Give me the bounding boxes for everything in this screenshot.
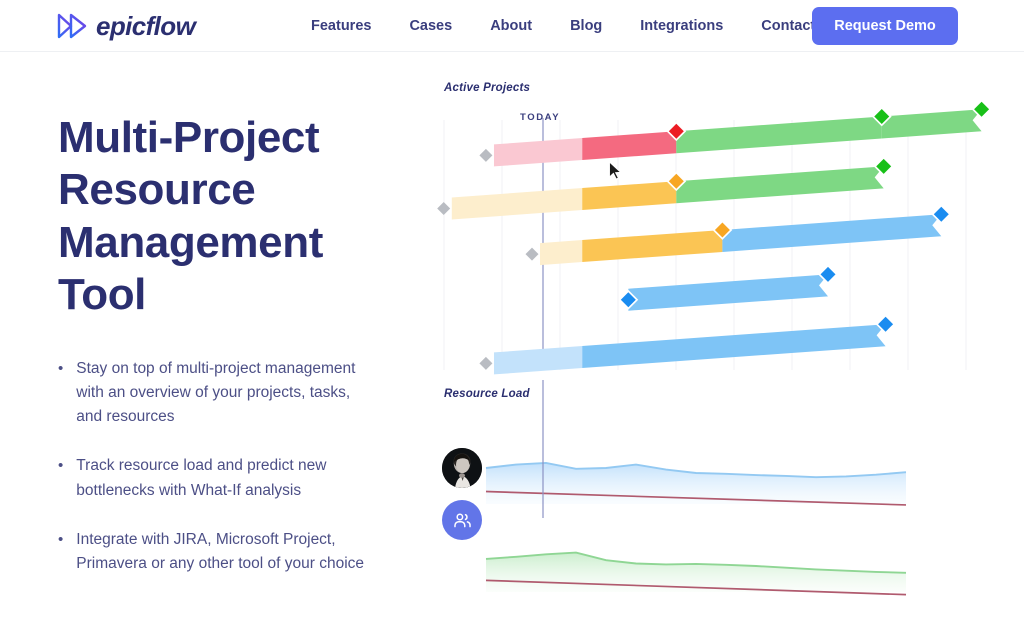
feature-list: • Stay on top of multi-project managemen… xyxy=(58,357,398,575)
nav-item-about[interactable]: About xyxy=(471,18,551,34)
title-line-2: Resource xyxy=(58,165,256,215)
gantt-bar-segment[interactable] xyxy=(493,138,583,167)
active-projects-gantt[interactable] xyxy=(398,60,1024,375)
nav-item-cases[interactable]: Cases xyxy=(390,18,471,34)
gantt-bar-segment[interactable] xyxy=(676,166,884,204)
list-item-text: Stay on top of multi-project management … xyxy=(76,360,356,426)
gantt-bar-segment[interactable] xyxy=(628,274,828,311)
page-title: Multi-Project Resource Management Tool xyxy=(58,112,398,321)
gantt-row[interactable] xyxy=(437,156,894,220)
list-item: • Integrate with JIRA, Microsoft Project… xyxy=(58,528,378,576)
product-illustration: Active Projects TODAY Resource Load xyxy=(398,60,1024,621)
gantt-bar-segment[interactable] xyxy=(676,116,882,154)
double-chevron-icon xyxy=(57,13,87,39)
mouse-cursor-icon xyxy=(609,160,622,180)
request-demo-button[interactable]: Request Demo xyxy=(812,7,958,45)
site-header: epicflow Features Cases About Blog Integ… xyxy=(0,0,1024,52)
list-item-text: Integrate with JIRA, Microsoft Project, … xyxy=(76,530,365,572)
gantt-row[interactable] xyxy=(479,99,992,167)
gantt-row[interactable] xyxy=(618,264,838,311)
list-item: • Track resource load and predict new bo… xyxy=(58,454,378,502)
gantt-row[interactable] xyxy=(479,314,896,375)
logo[interactable]: epicflow xyxy=(57,8,196,44)
bullet-marker-icon: • xyxy=(58,457,64,475)
gantt-bar-segment[interactable] xyxy=(582,229,723,263)
main-nav: Features Cases About Blog Integrations C… xyxy=(292,0,855,52)
list-item-text: Track resource load and predict new bott… xyxy=(76,457,327,499)
title-line-1: Multi-Project xyxy=(58,113,320,162)
gantt-bar-segment[interactable] xyxy=(493,346,583,375)
logo-text: epicflow xyxy=(96,10,196,41)
gantt-bar-segment[interactable] xyxy=(881,109,982,139)
nav-item-blog[interactable]: Blog xyxy=(551,18,621,34)
bullet-marker-icon: • xyxy=(58,530,64,548)
gantt-bar-segment[interactable] xyxy=(582,181,677,211)
load-today-line-layer xyxy=(542,380,544,518)
resource-load-panel: Resource Load xyxy=(398,380,1024,621)
nav-item-integrations[interactable]: Integrations xyxy=(621,18,742,34)
list-item: • Stay on top of multi-project managemen… xyxy=(58,357,378,429)
title-line-3: Management xyxy=(58,217,323,267)
title-line-4: Tool xyxy=(58,270,146,320)
gantt-bar-segment[interactable] xyxy=(451,188,583,220)
bullet-marker-icon: • xyxy=(58,360,64,378)
gantt-row[interactable] xyxy=(525,204,952,266)
nav-item-features[interactable]: Features xyxy=(292,18,390,34)
gantt-bar-segment[interactable] xyxy=(540,240,583,266)
hero-content: Multi-Project Resource Management Tool •… xyxy=(58,112,398,601)
gantt-bar-segment[interactable] xyxy=(582,131,677,161)
